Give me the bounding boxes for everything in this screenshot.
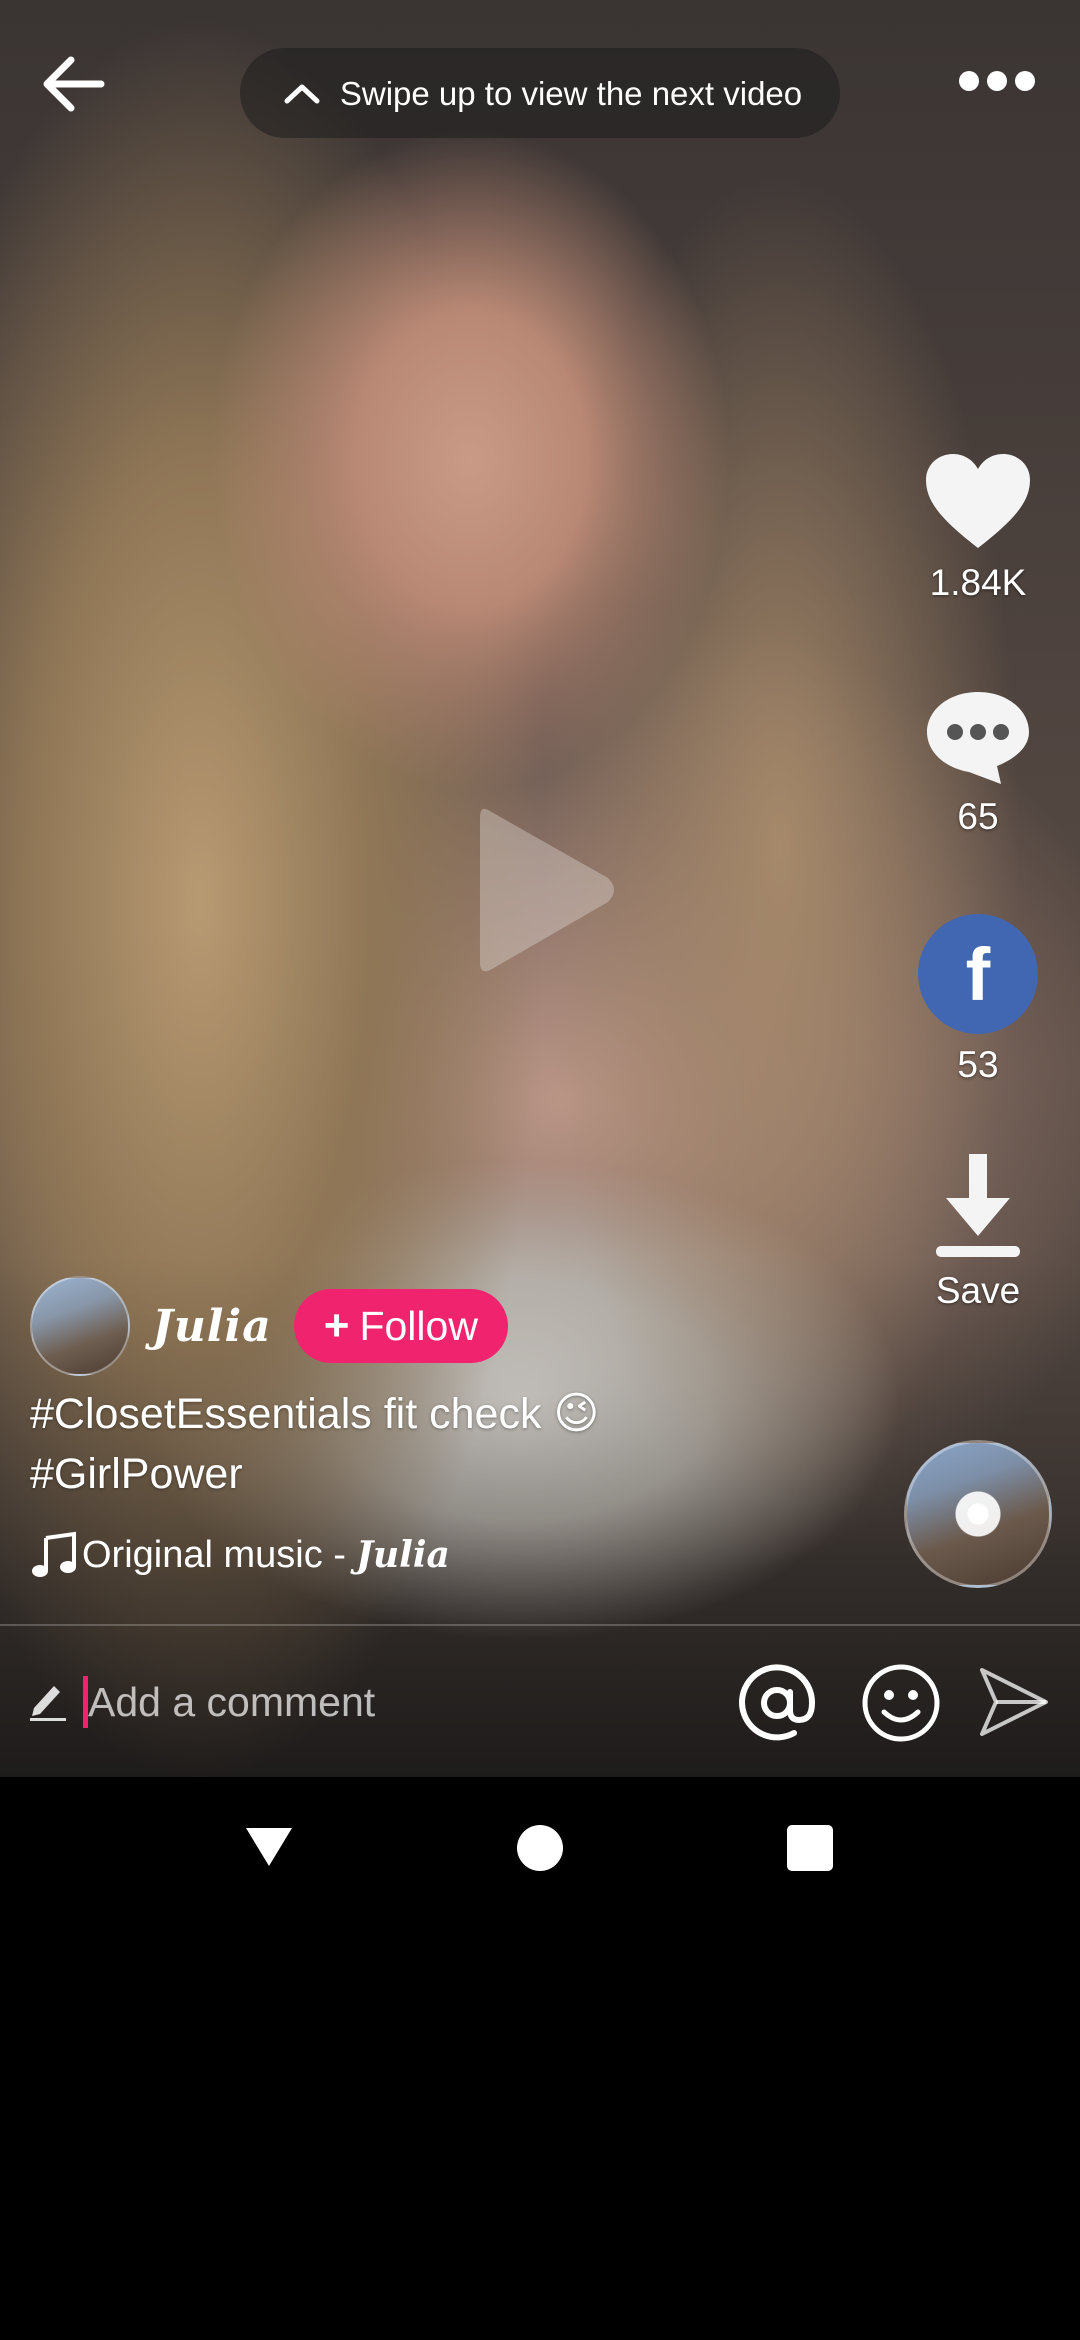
facebook-icon: f xyxy=(918,914,1038,1034)
pencil-icon xyxy=(30,1686,66,1721)
follow-label: Follow xyxy=(359,1302,478,1349)
send-icon xyxy=(980,1668,1048,1736)
more-dot-icon xyxy=(1015,71,1035,91)
caption-line-1: #ClosetEssentials fit check 😉 xyxy=(30,1384,810,1444)
swipe-hint-text: Swipe up to view the next video xyxy=(339,74,803,112)
heart-icon xyxy=(926,454,1030,548)
author-row: Julia + Follow xyxy=(30,1276,508,1376)
comment-input[interactable] xyxy=(86,1666,686,1738)
plus-icon: + xyxy=(323,1301,350,1350)
comment-bar xyxy=(0,1626,1080,1777)
avatar[interactable] xyxy=(30,1276,130,1376)
like-count: 1.84K xyxy=(929,562,1027,603)
music-info[interactable]: Original music - Julia xyxy=(30,1530,450,1580)
emoji-button[interactable] xyxy=(860,1662,942,1744)
nav-back-icon[interactable] xyxy=(244,1826,294,1868)
music-note-icon xyxy=(32,1531,76,1577)
more-dot-icon xyxy=(959,71,979,91)
author-name[interactable]: Julia xyxy=(152,1301,272,1352)
system-nav-bar xyxy=(0,1777,1080,1917)
nav-recent-apps-icon[interactable] xyxy=(787,1825,833,1871)
send-button[interactable] xyxy=(978,1664,1050,1740)
share-count: 53 xyxy=(957,1044,999,1085)
nav-home-icon[interactable] xyxy=(517,1825,563,1871)
swipe-hint-banner: Swipe up to view the next video xyxy=(240,48,840,138)
music-disc[interactable] xyxy=(904,1440,1052,1588)
facebook-letter: f xyxy=(965,932,991,1016)
download-icon xyxy=(936,1154,1020,1257)
video-player[interactable]: Swipe up to view the next video 1.84K 65… xyxy=(0,0,1080,1777)
at-sign-icon xyxy=(739,1664,816,1741)
share-facebook-button[interactable]: f 53 xyxy=(900,914,1056,1086)
chevron-up-icon xyxy=(272,81,332,105)
caption-line-2: #GirlPower xyxy=(30,1450,243,1498)
play-icon[interactable] xyxy=(458,790,628,990)
wink-emoji: 😉 xyxy=(553,1389,600,1438)
arrow-left-icon xyxy=(43,56,105,112)
more-options-button[interactable] xyxy=(952,58,1042,104)
video-caption: #ClosetEssentials fit check 😉 #GirlPower xyxy=(30,1384,810,1504)
save-button[interactable]: Save xyxy=(900,1150,1056,1312)
comment-button[interactable]: 65 xyxy=(900,686,1056,838)
mention-button[interactable] xyxy=(736,1662,818,1744)
smiley-icon xyxy=(862,1664,940,1742)
save-label: Save xyxy=(935,1270,1021,1311)
music-author: Julia xyxy=(355,1534,450,1576)
follow-button[interactable]: + Follow xyxy=(293,1289,508,1363)
caption-hashtags: #ClosetEssentials fit check xyxy=(30,1390,542,1438)
comment-bubble-icon xyxy=(927,692,1029,784)
like-button[interactable]: 1.84K xyxy=(900,450,1056,604)
more-dot-icon xyxy=(987,71,1007,91)
music-title: Original music - xyxy=(82,1533,346,1576)
comment-count: 65 xyxy=(957,796,999,837)
back-button[interactable] xyxy=(36,46,112,122)
